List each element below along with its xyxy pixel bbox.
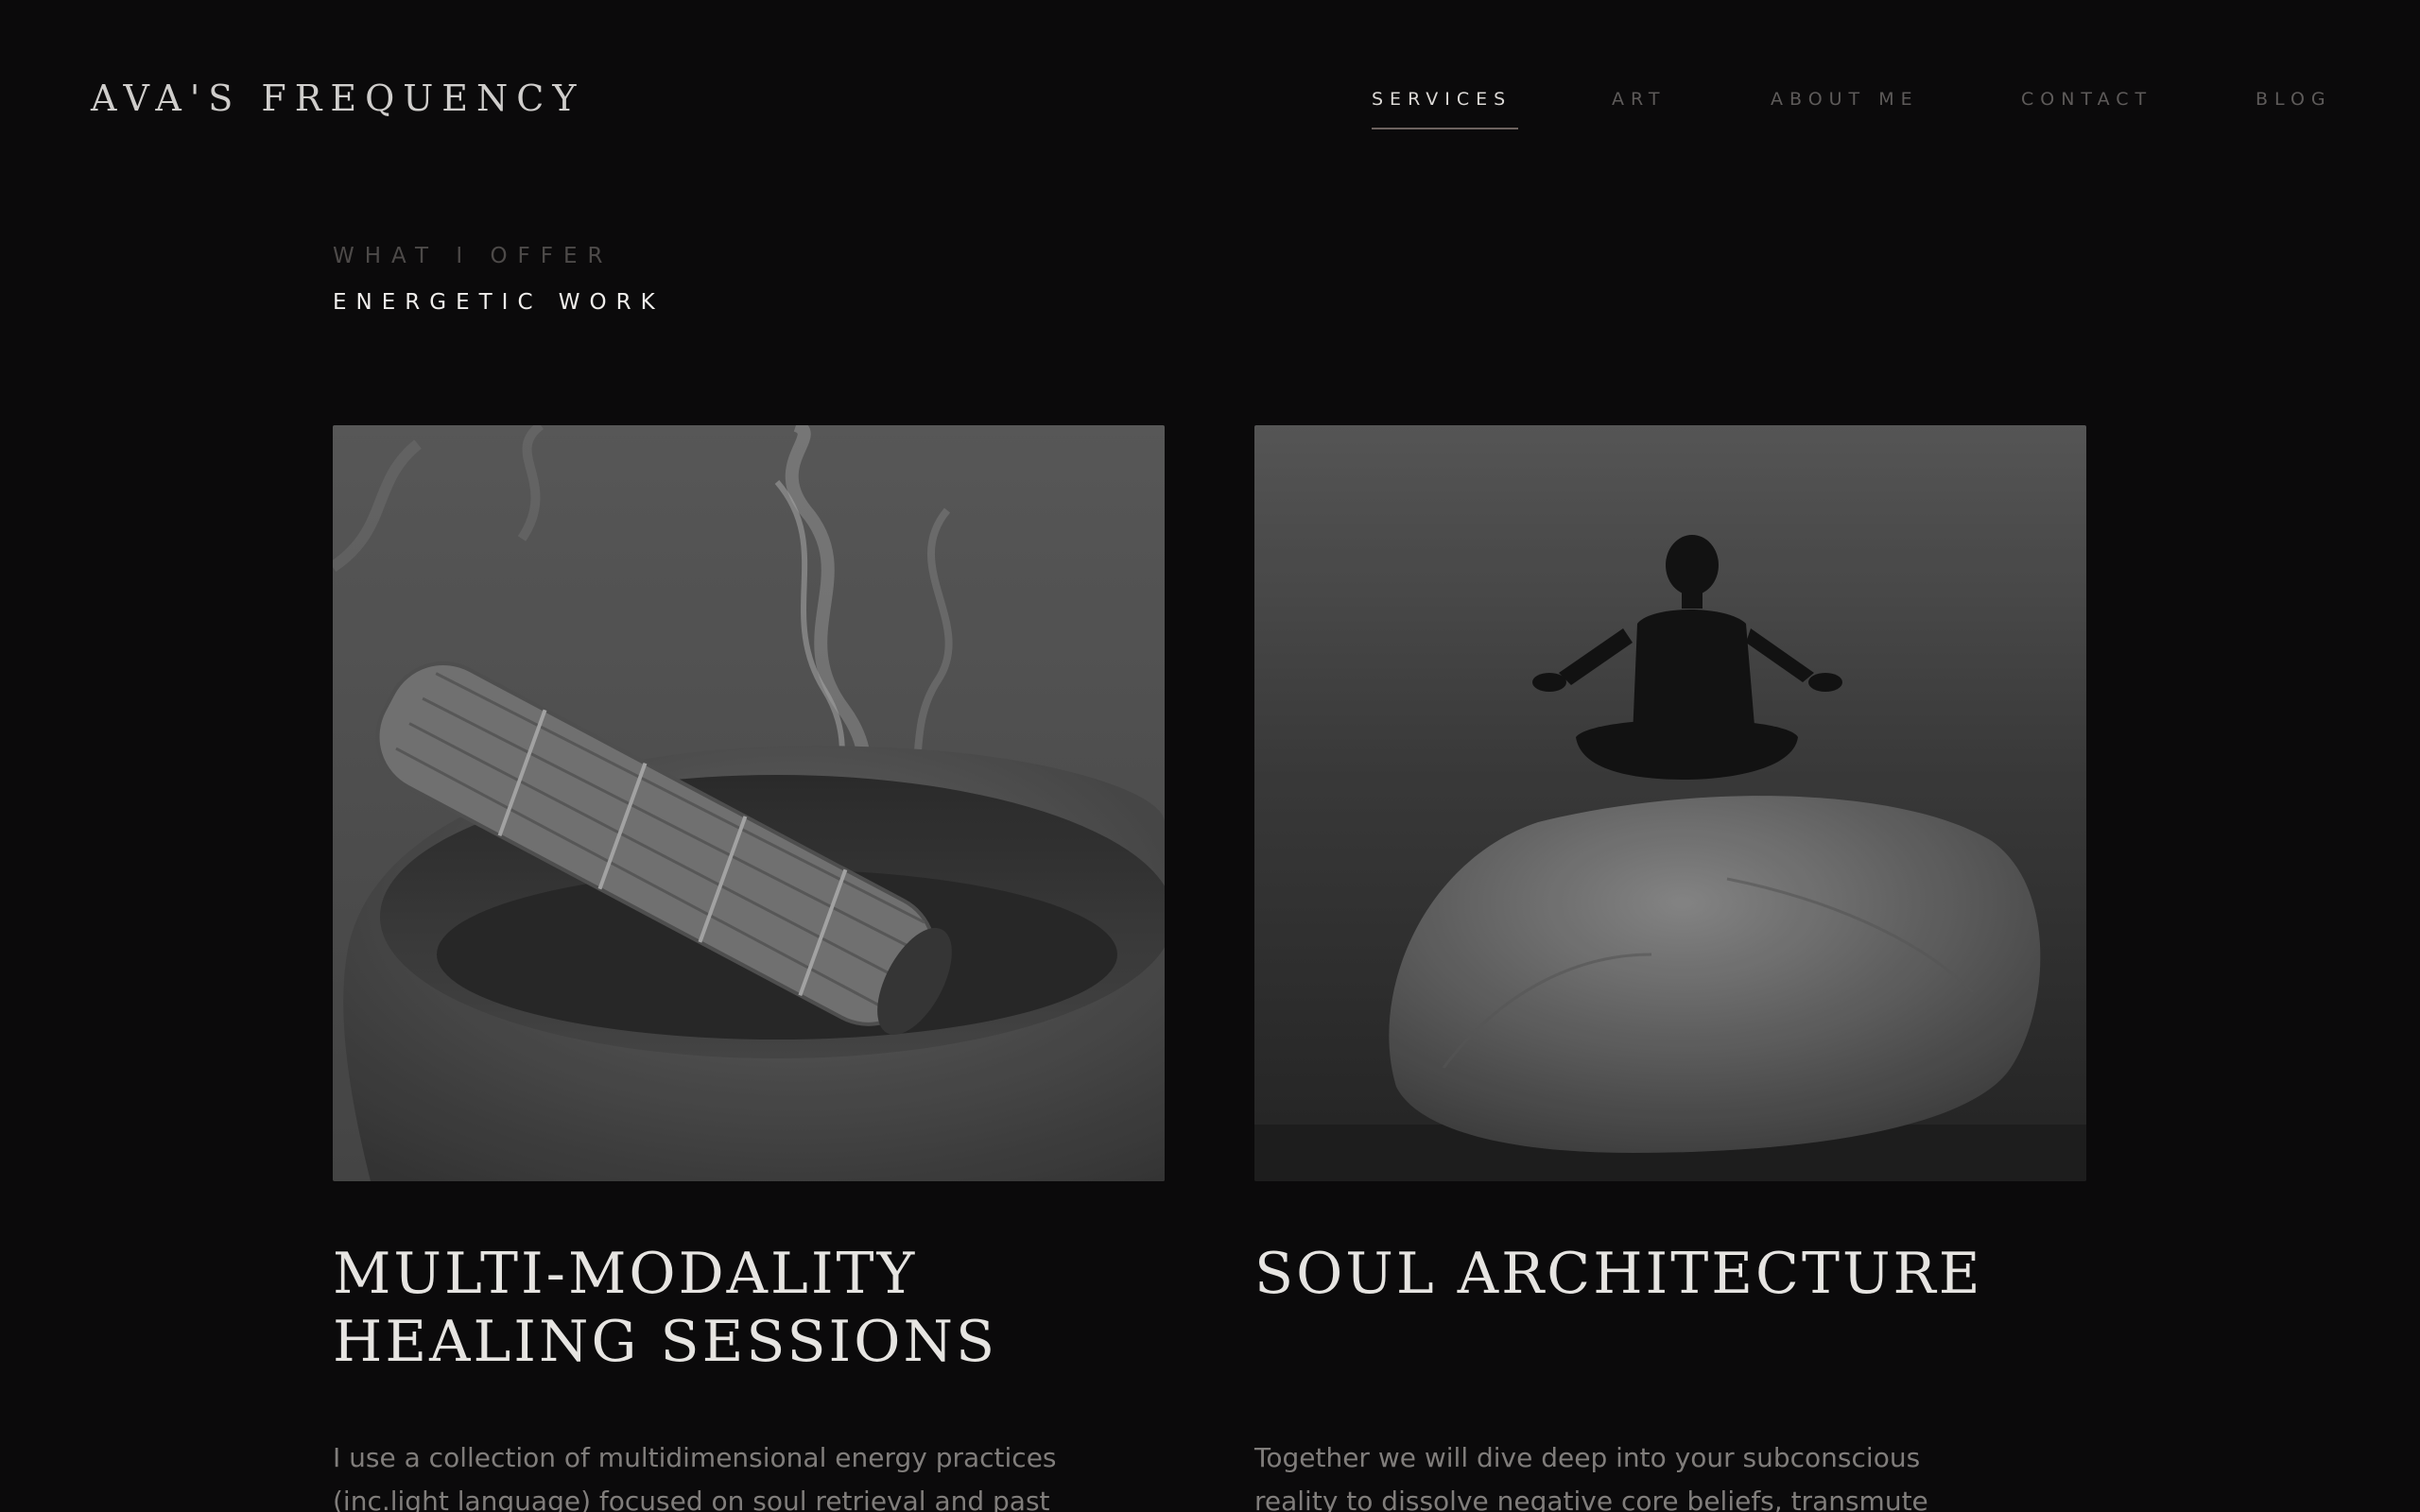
card-title-healing: MULTI-MODALITY HEALING SESSIONS bbox=[333, 1241, 998, 1375]
card-description-soul-architecture: Together we will dive deep into your sub… bbox=[1254, 1442, 1928, 1512]
nav-item-about-me[interactable]: ABOUT ME bbox=[1771, 89, 1919, 110]
nav-item-contact[interactable]: CONTACT bbox=[2021, 89, 2152, 110]
nav-item-art[interactable]: ART bbox=[1612, 89, 1666, 110]
page: AVA'S FREQUENCY SERVICES ART ABOUT ME CO… bbox=[0, 0, 2420, 1512]
main-nav: SERVICES ART ABOUT ME CONTACT BLOG bbox=[0, 89, 2420, 136]
meditation-rock-image[interactable] bbox=[1254, 425, 2086, 1181]
nav-item-services[interactable]: SERVICES bbox=[1372, 89, 1519, 129]
section-eyebrow: WHAT I OFFER bbox=[333, 244, 614, 268]
nav-item-blog[interactable]: BLOG bbox=[2256, 89, 2332, 110]
service-card-healing[interactable]: MULTI-MODALITY HEALING SESSIONS I use a … bbox=[333, 425, 1165, 1512]
card-description-healing: I use a collection of multidimensional e… bbox=[333, 1442, 1057, 1512]
card-title-soul-architecture: SOUL ARCHITECTURE bbox=[1254, 1241, 1983, 1307]
section-subhead: ENERGETIC WORK bbox=[333, 290, 665, 315]
service-card-soul-architecture[interactable]: SOUL ARCHITECTURE Together we will dive … bbox=[1254, 425, 2086, 1512]
sage-bowl-image[interactable] bbox=[333, 425, 1165, 1181]
